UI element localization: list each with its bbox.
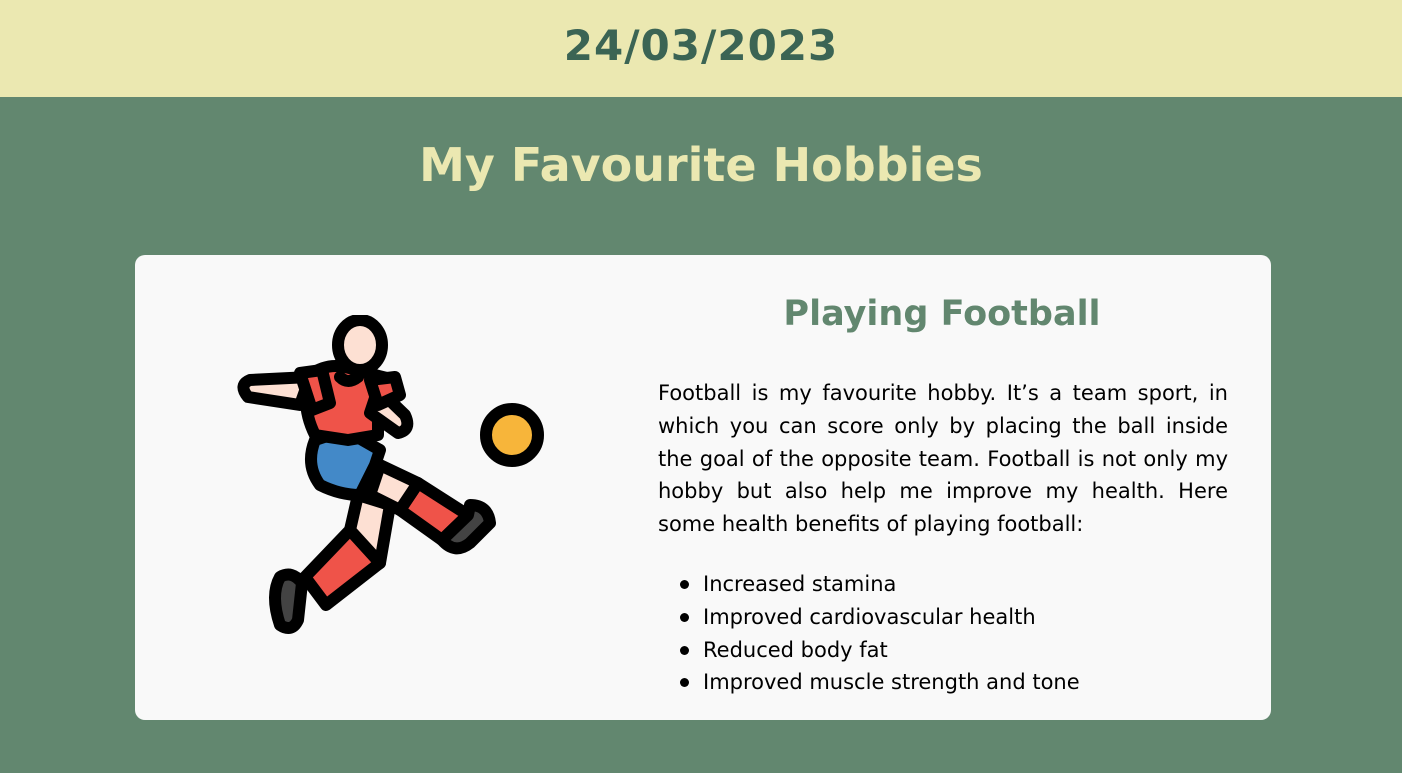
- date-text: 24/03/2023: [563, 21, 839, 70]
- benefit-text: Increased stamina: [703, 572, 897, 596]
- benefits-list: Increased stamina Improved cardiovascula…: [658, 568, 1080, 699]
- list-item: Improved cardiovascular health: [680, 601, 1080, 634]
- list-item: Reduced body fat: [680, 634, 1080, 667]
- date-banner: 24/03/2023: [0, 0, 1402, 97]
- list-item: Increased stamina: [680, 568, 1080, 601]
- benefit-text: Improved cardiovascular health: [703, 604, 1036, 629]
- hobby-title: Playing Football: [783, 294, 1101, 334]
- list-item: Improved muscle strength and tone: [680, 666, 1080, 699]
- bullet-icon: [680, 580, 689, 589]
- benefit-text: Improved muscle strength and tone: [703, 670, 1080, 695]
- bullet-icon: [680, 678, 689, 688]
- benefit-text: Reduced body fat: [703, 637, 888, 662]
- football-player-icon: [237, 315, 544, 634]
- hobby-description: Football is my favourite hobby. It’s a t…: [658, 381, 1228, 537]
- page-title: My Favourite Hobbies: [419, 138, 983, 192]
- bullet-icon: [680, 612, 689, 622]
- bullet-icon: [680, 645, 689, 655]
- hobby-card: Playing Football Football is my favourit…: [135, 255, 1271, 720]
